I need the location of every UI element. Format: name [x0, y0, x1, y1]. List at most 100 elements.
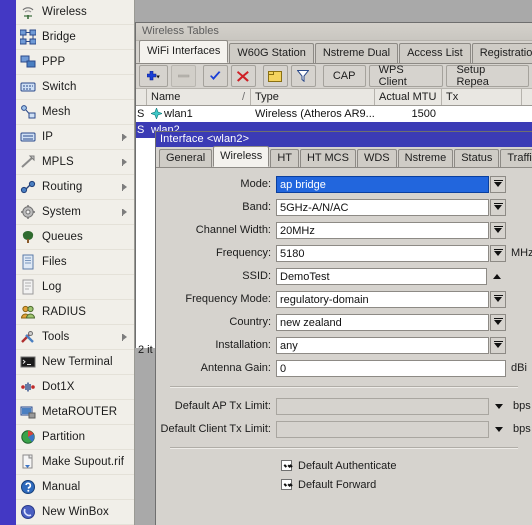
sidebar-item-radius[interactable]: RADIUS [16, 300, 134, 325]
wt-tab-wifi-interfaces[interactable]: WiFi Interfaces [139, 40, 229, 63]
input-default-ap-tx-limit[interactable] [276, 397, 489, 415]
unit-default-ap-tx-limit: bps [513, 400, 531, 412]
wt-tab-registration[interactable]: Registration [471, 43, 532, 63]
spinner-down-button[interactable] [490, 290, 506, 308]
cap-button[interactable]: CAP [322, 65, 366, 87]
input-band[interactable]: 5GHz-A/N/AC [276, 198, 489, 216]
col-tx[interactable]: Tx [442, 89, 522, 105]
sidebar-item-make-supout-rif[interactable]: Make Supout.rif [16, 450, 134, 475]
sidebar-item-metarouter[interactable]: MetaROUTER [16, 400, 134, 425]
sidebar-item-mpls[interactable]: MPLS [16, 150, 134, 175]
sidebar-item-system[interactable]: System [16, 200, 134, 225]
input-mode[interactable]: ap bridge [276, 175, 489, 193]
sidebar-item-new-terminal[interactable]: New Terminal [16, 350, 134, 375]
dlg-tab-ht[interactable]: HT [270, 149, 299, 167]
sidebar-item-partition[interactable]: Partition [16, 425, 134, 450]
dropdown-default-client-tx-limit[interactable] [490, 421, 508, 438]
field-row-band: Band: 5GHz-A/N/AC [156, 197, 532, 217]
spinner-down-button[interactable] [490, 221, 506, 239]
spinner-down-button[interactable] [490, 313, 506, 331]
col-flags[interactable] [136, 89, 147, 105]
dlg-tab-status[interactable]: Status [454, 149, 500, 167]
spinner-down-button[interactable] [490, 175, 506, 193]
wt-tab-nstreme-dual[interactable]: Nstreme Dual [314, 43, 399, 63]
sidebar-item-tools[interactable]: Tools [16, 325, 134, 350]
sidebar-item-label: Log [42, 281, 62, 293]
wt-tab-access-list[interactable]: Access List [399, 43, 471, 63]
sidebar-item-queues[interactable]: Queues [16, 225, 134, 250]
enable-button[interactable] [202, 65, 228, 87]
sidebar-item-wireless[interactable]: Wireless [16, 0, 134, 25]
sidebar-item-switch[interactable]: Switch [16, 75, 134, 100]
dlg-tab-traffic[interactable]: Traffic [500, 149, 532, 167]
input-installation[interactable]: any [276, 336, 489, 354]
sidebar-item-manual[interactable]: Manual [16, 475, 134, 500]
sidebar-item-mesh[interactable]: Mesh [16, 100, 134, 125]
sidebar-item-label: Files [42, 256, 67, 268]
sidebar-item-ip[interactable]: IP [16, 125, 134, 150]
sidebar-item-label: Make Supout.rif [42, 456, 125, 468]
sidebar-item-label: Partition [42, 431, 86, 443]
wireless-tab-panel: Mode: ap bridge Band: 5GHz-A/N/AC Channel Wi… [156, 168, 532, 525]
sidebar-item-label: IP [42, 131, 54, 143]
wps-client-button[interactable]: WPS Client [368, 64, 444, 88]
sidebar-item-bridge[interactable]: Bridge [16, 25, 134, 50]
checkbox-row-default-authenticate[interactable]: Default Authenticate [281, 457, 532, 474]
spinner-down-button[interactable] [490, 198, 506, 216]
sidebar-item-ppp[interactable]: PPP [16, 50, 134, 75]
remove-button[interactable] [171, 65, 196, 87]
dlg-tab-wireless[interactable]: Wireless [213, 146, 270, 167]
sidebar-item-routing[interactable]: Routing [16, 175, 134, 200]
input-ssid[interactable]: DemoTest [276, 267, 487, 285]
col-actual-mtu[interactable]: Actual MTU [375, 89, 442, 105]
sidebar-item-log[interactable]: Log [16, 275, 134, 300]
form-divider-1 [170, 386, 518, 388]
sidebar-item-label: Wireless [42, 6, 87, 18]
unit-default-client-tx-limit: bps [513, 423, 531, 435]
dlg-tab-ht-mcs[interactable]: HT MCS [299, 149, 356, 167]
sidebar-item-label: Bridge [42, 31, 76, 43]
label-default-ap-tx-limit: Default AP Tx Limit: [174, 400, 271, 412]
spinner-down-button[interactable] [490, 336, 506, 354]
label-frequency-mode: Frequency Mode: [185, 293, 271, 305]
table-row[interactable]: Swlan1 Wireless (Atheros AR9... 1500 [136, 106, 532, 122]
input-frequency[interactable]: 5180 [276, 244, 489, 262]
sidebar-item-files[interactable]: Files [16, 250, 134, 275]
comment-button[interactable] [262, 65, 288, 87]
sidebar-item-label: PPP [42, 56, 66, 68]
sidebar-item-label: MPLS [42, 156, 74, 168]
input-antenna-gain[interactable]: 0 [276, 359, 506, 377]
checkbox-default-authenticate[interactable] [281, 460, 292, 471]
dlg-tab-wds[interactable]: WDS [356, 149, 397, 167]
wt-tab-w60g-station[interactable]: W60G Station [229, 43, 314, 63]
dropdown-default-ap-tx-limit[interactable] [490, 398, 508, 415]
disable-button[interactable] [230, 65, 256, 87]
label-mode: Mode: [240, 178, 271, 190]
spinner-up-button[interactable] [488, 268, 506, 285]
add-button[interactable] [139, 65, 168, 87]
input-channel-width[interactable]: 20MHz [276, 221, 489, 239]
sidebar-item-new-winbox[interactable]: New WinBox [16, 500, 134, 525]
row-name: wlan1 [147, 106, 251, 122]
input-default-client-tx-limit[interactable] [276, 420, 489, 438]
label-ssid: SSID: [242, 270, 271, 282]
checkbox-default-forward[interactable] [281, 479, 292, 490]
filter-button[interactable] [290, 65, 316, 87]
sidebar-item-dot1x[interactable]: Dot1X [16, 375, 134, 400]
wireless-tables-toolbar: CAP WPS Client Setup Repea [136, 64, 532, 89]
setup-repeater-button[interactable]: Setup Repea [446, 64, 529, 88]
input-frequency-mode[interactable]: regulatory-domain [276, 290, 489, 308]
checkbox-row-default-forward[interactable]: Default Forward [281, 476, 532, 493]
input-country[interactable]: new zealand [276, 313, 489, 331]
col-name[interactable]: Name / [147, 89, 251, 105]
spinner-down-button[interactable] [490, 244, 506, 262]
dlg-tab-general[interactable]: General [159, 149, 213, 167]
dlg-tab-nstreme[interactable]: Nstreme [397, 149, 454, 167]
table-header-row: Name / Type Actual MTU Tx [136, 89, 532, 106]
checkbox-label-default-authenticate: Default Authenticate [298, 459, 397, 472]
radius-icon [20, 304, 36, 320]
switch-icon [20, 79, 36, 95]
dialog-titlebar[interactable]: Interface <wlan2> [156, 132, 532, 147]
funnel-icon [297, 70, 310, 82]
col-type[interactable]: Type [251, 89, 375, 105]
